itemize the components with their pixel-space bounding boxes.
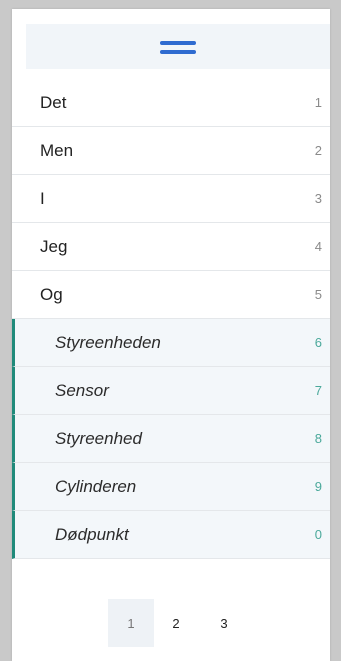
sub-list-item-number: 6 bbox=[314, 335, 322, 350]
sub-list-item-label: Cylinderen bbox=[55, 476, 137, 496]
sub-list-item-number: 0 bbox=[314, 527, 322, 542]
sub-list-item-number: 7 bbox=[314, 383, 322, 398]
list-item[interactable]: Jeg 4 bbox=[12, 223, 330, 271]
list-item-number: 5 bbox=[314, 287, 322, 302]
list-item-number: 4 bbox=[314, 239, 322, 254]
sub-list-item[interactable]: Dødpunkt 0 bbox=[12, 511, 330, 559]
list-item[interactable]: I 3 bbox=[12, 175, 330, 223]
list-item-number: 1 bbox=[314, 95, 322, 110]
list-item-label: Og bbox=[40, 284, 63, 304]
page-button-2[interactable]: 2 bbox=[154, 599, 198, 647]
sub-list-item[interactable]: Styreenheden 6 bbox=[12, 319, 330, 367]
list-item[interactable]: Og 5 bbox=[12, 271, 330, 319]
hamburger-bar bbox=[160, 49, 196, 54]
menu-panel: Det 1 Men 2 I 3 Jeg 4 Og 5 Styreenheden … bbox=[12, 9, 330, 661]
sub-list-item-label: Dødpunkt bbox=[55, 524, 129, 544]
list-item-label: Jeg bbox=[40, 236, 68, 256]
menu-header[interactable] bbox=[26, 24, 330, 69]
page-button-3[interactable]: 3 bbox=[198, 599, 250, 647]
sub-list-item[interactable]: Sensor 7 bbox=[12, 367, 330, 415]
list-item[interactable]: Det 1 bbox=[12, 79, 330, 127]
sub-list-item-number: 8 bbox=[314, 431, 322, 446]
list-item-label: Det bbox=[40, 92, 67, 112]
sub-list-item[interactable]: Styreenhed 8 bbox=[12, 415, 330, 463]
sub-list-item-number: 9 bbox=[314, 479, 322, 494]
hamburger-menu-icon[interactable] bbox=[160, 40, 196, 56]
list-item-label: I bbox=[40, 188, 45, 208]
word-list: Det 1 Men 2 I 3 Jeg 4 Og 5 Styreenheden … bbox=[12, 79, 330, 559]
pagination: 1 2 3 bbox=[108, 599, 250, 647]
list-item[interactable]: Men 2 bbox=[12, 127, 330, 175]
sub-list-item-label: Sensor bbox=[55, 380, 109, 400]
hamburger-bar bbox=[160, 40, 196, 45]
list-item-number: 2 bbox=[314, 143, 322, 158]
sub-list-item[interactable]: Cylinderen 9 bbox=[12, 463, 330, 511]
list-item-label: Men bbox=[40, 140, 74, 160]
list-item-number: 3 bbox=[314, 191, 322, 206]
sub-list-item-label: Styreenhed bbox=[55, 428, 142, 448]
sub-list-item-label: Styreenheden bbox=[55, 332, 161, 352]
page-button-1[interactable]: 1 bbox=[108, 599, 154, 647]
